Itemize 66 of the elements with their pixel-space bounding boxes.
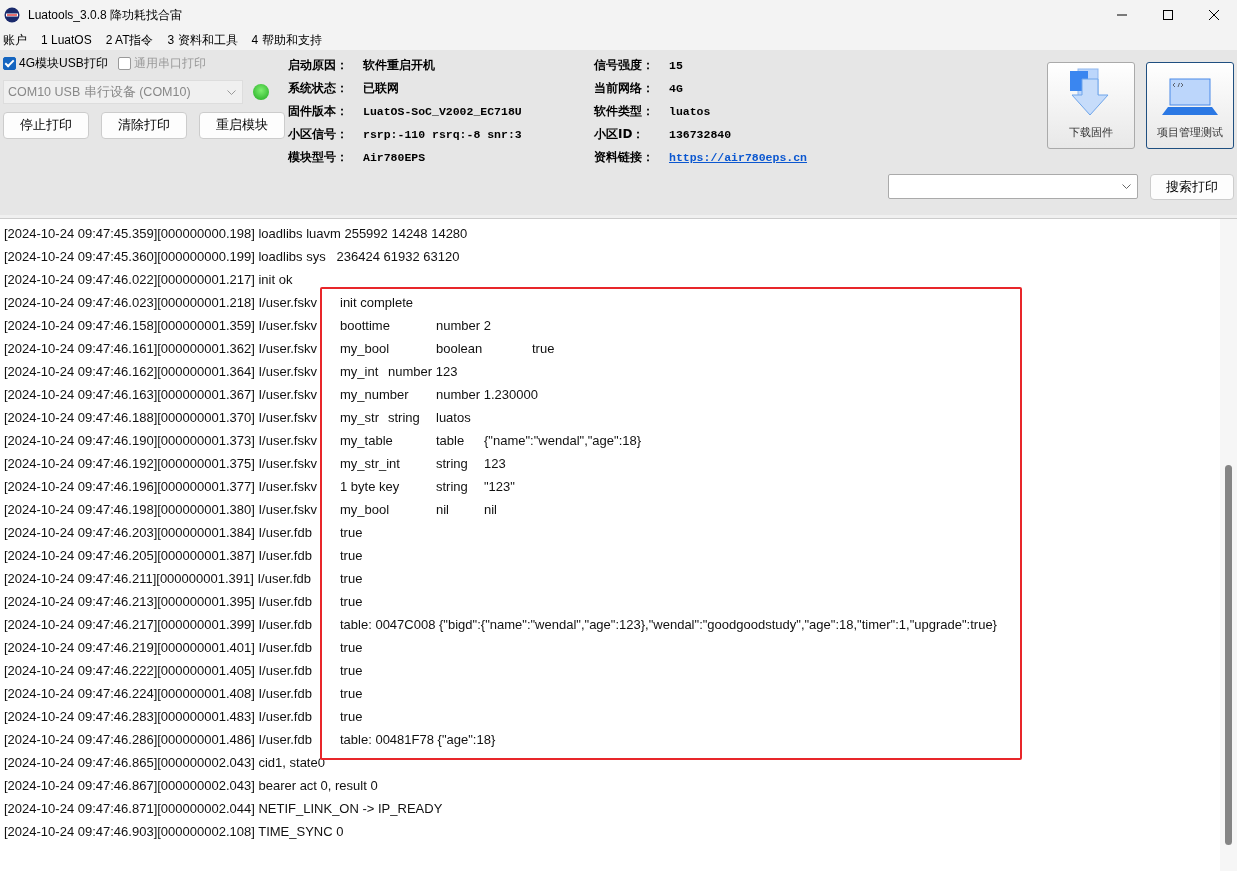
log-line: [2024-10-24 09:47:46.286][000000001.486] I/user.fdb table: 00481F78 {"age":18}: [4, 731, 497, 749]
tool-button[interactable]: 项目管理测试: [1146, 62, 1234, 149]
log-line: [2024-10-24 09:47:46.188][000000001.370] I/user.fskv my_str string luatos: [4, 409, 472, 427]
log-line: [2024-10-24 09:47:46.190][000000001.373] I/user.fskv my_table table {"name":"wendal","age":18}: [4, 432, 643, 450]
info-value: 136732840: [669, 128, 733, 141]
log-line: [2024-10-24 09:47:46.865][000000002.043] cid1, state0: [4, 754, 326, 772]
log-line: [2024-10-24 09:47:46.867][000000002.043] bearer act 0, result 0: [4, 777, 379, 795]
action-button[interactable]: 重启模块: [199, 112, 285, 139]
checkbox[interactable]: 4G模块USB打印: [3, 55, 108, 72]
menu-item[interactable]: 3 资料和工具: [167, 31, 238, 49]
scrollbar[interactable]: [1220, 219, 1237, 871]
info-link[interactable]: https://air780eps.cn: [669, 151, 828, 164]
tool-button[interactable]: 下载固件: [1047, 62, 1135, 149]
info-value: 软件重启开机: [363, 57, 436, 74]
log-line: [2024-10-24 09:47:46.163][000000001.367] I/user.fskv my_number number 1.230000: [4, 386, 539, 404]
log-line: [2024-10-24 09:47:45.360][000000000.199] loadlibs sys 236424 61932 63120: [4, 248, 461, 266]
log-line: [2024-10-24 09:47:46.217][000000001.399] I/user.fdb table: 0047C008 {"bigd":{"name":"wendal","age":123},"wendal":"goodgoodstudy","age":18,"timer":1,"upgrade":true}: [4, 616, 998, 634]
laptop-icon: [1162, 77, 1218, 117]
info-label: 小区ID：: [594, 126, 646, 143]
chevron-icon: [1122, 184, 1131, 189]
info-label: 资料链接：: [594, 149, 655, 166]
log-line: [2024-10-24 09:47:46.224][000000001.408] I/user.fdb true: [4, 685, 364, 703]
log-line: [2024-10-24 09:47:46.283][000000001.483] I/user.fdb true: [4, 708, 364, 726]
log-line: [2024-10-24 09:47:46.192][000000001.375] I/user.fskv my_str_int string 123: [4, 455, 507, 473]
info-label: 信号强度：: [594, 57, 655, 74]
info-label: 小区信号：: [288, 126, 349, 143]
info-label: 软件类型：: [594, 103, 655, 120]
log-line: [2024-10-24 09:47:46.203][000000001.384] I/user.fdb true: [4, 524, 364, 542]
info-label: 当前网络：: [594, 80, 655, 97]
log-line: [2024-10-24 09:47:46.205][000000001.387] I/user.fdb true: [4, 547, 364, 565]
window-title: Luatools_3.0.8 降功耗找合宙: [28, 6, 184, 24]
log-line: [2024-10-24 09:47:46.219][000000001.401] I/user.fdb true: [4, 639, 364, 657]
info-label: 系统状态：: [288, 80, 349, 97]
menu-item[interactable]: 4 帮助和支持: [251, 31, 322, 49]
info-label: 固件版本：: [288, 103, 349, 120]
log-line: [2024-10-24 09:47:46.161][000000001.362] I/user.fskv my_bool boolean true: [4, 340, 556, 358]
chevron-icon: [227, 89, 236, 95]
log-line: [2024-10-24 09:47:46.162][000000001.364] I/user.fskv my_int number 123: [4, 363, 459, 381]
info-value: rsrp:-110 rsrq:-8 snr:3: [363, 128, 523, 141]
log-line: [2024-10-24 09:47:46.222][000000001.405] I/user.fdb true: [4, 662, 364, 680]
search-dropdown[interactable]: [888, 174, 1138, 199]
action-button[interactable]: 清除打印: [101, 112, 187, 139]
info-value: Air780EPS: [363, 151, 427, 164]
menu-item[interactable]: 2 AT指令: [105, 31, 154, 49]
log-line: [2024-10-24 09:47:46.158][000000001.359] I/user.fskv boottime number 2: [4, 317, 492, 335]
info-value: 已联网: [363, 80, 400, 97]
log-line: [2024-10-24 09:47:46.213][000000001.395] I/user.fdb true: [4, 593, 364, 611]
search-button[interactable]: 搜索打印: [1150, 174, 1234, 200]
log-line: [2024-10-24 09:47:46.903][000000002.108] TIME_SYNC 0: [4, 823, 345, 841]
info-value: LuatOS-SoC_V2002_EC718U: [363, 105, 523, 118]
log-line: [2024-10-24 09:47:46.211][000000001.391] I/user.fdb true: [4, 570, 364, 588]
menu-item[interactable]: 账户: [3, 31, 27, 49]
log-line: [2024-10-24 09:47:45.359][000000000.198] loadlibs luavm 255992 14248 14280: [4, 225, 469, 243]
menu-item[interactable]: 1 LuatOS: [41, 33, 92, 47]
log-line: [2024-10-24 09:47:46.871][000000002.044] NETIF_LINK_ON -> IP_READY: [4, 800, 444, 818]
app-logo-icon: [4, 7, 20, 23]
info-label: 启动原因：: [288, 57, 349, 74]
info-value: 15: [669, 59, 684, 72]
log-line: [2024-10-24 09:47:46.022][000000001.217] init ok: [4, 271, 294, 289]
log-line: [2024-10-24 09:47:46.023][000000001.218] I/user.fskv init complete: [4, 294, 414, 312]
info-label: 模块型号：: [288, 149, 349, 166]
info-value: 4G: [669, 82, 684, 95]
log-line: [2024-10-24 09:47:46.198][000000001.380] I/user.fskv my_bool nil nil: [4, 501, 498, 519]
log-line: [2024-10-24 09:47:46.196][000000001.377] I/user.fskv 1 byte key string "123": [4, 478, 516, 496]
info-value: luatos: [669, 105, 712, 118]
action-button[interactable]: 停止打印: [3, 112, 89, 139]
